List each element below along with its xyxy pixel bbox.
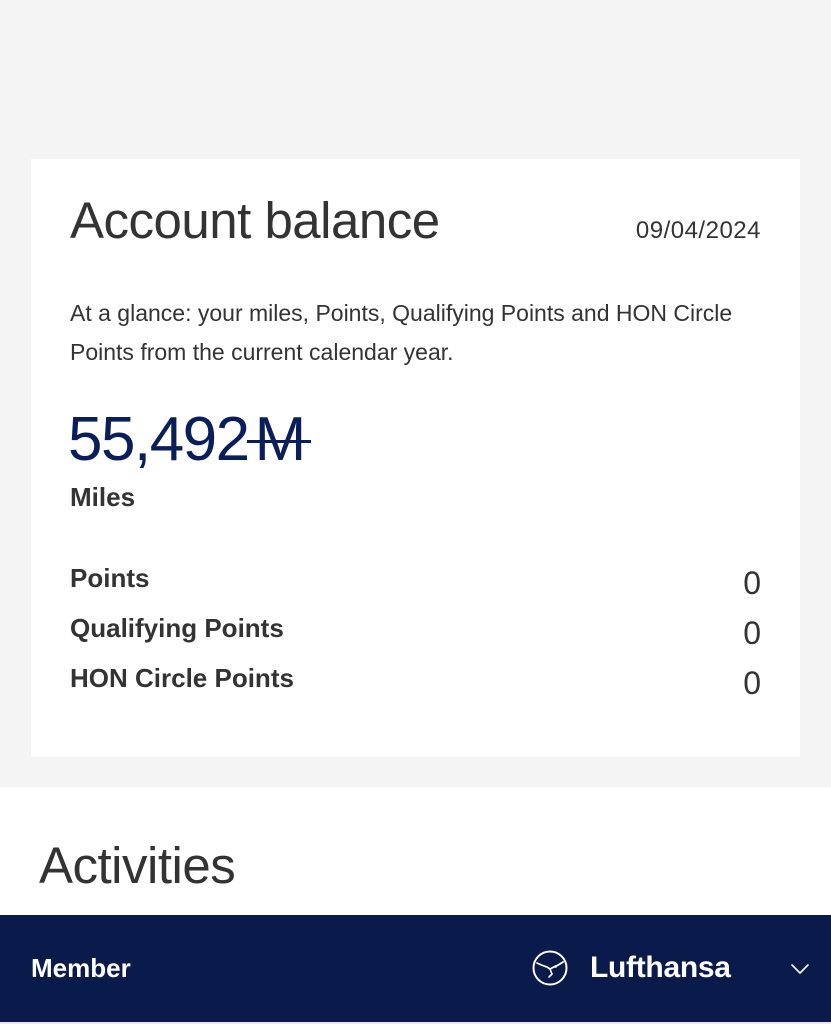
points-row-hon-circle: HON Circle Points 0	[70, 663, 761, 713]
balance-date: 09/04/2024	[635, 217, 761, 244]
member-label: Member	[31, 953, 131, 983]
miles-amount: 55,492M	[68, 409, 311, 471]
brand-name: Lufthansa	[590, 951, 731, 984]
points-list: Points 0 Qualifying Points 0 HON Circle …	[70, 563, 761, 713]
points-row-points: Points 0	[70, 563, 761, 613]
points-label: Points	[70, 563, 150, 593]
hon-circle-points-value: 0	[743, 665, 761, 701]
balance-description: At a glance: your miles, Points, Qualify…	[70, 300, 733, 365]
hon-circle-points-label: HON Circle Points	[70, 663, 294, 693]
qualifying-points-value: 0	[743, 615, 761, 651]
activities-section: Activities	[0, 787, 831, 927]
miles-unit: M	[246, 409, 311, 471]
miles-label: Miles	[70, 482, 136, 512]
miles-number: 55,492	[68, 405, 250, 474]
qualifying-points-label: Qualifying Points	[70, 613, 284, 643]
points-row-qualifying: Qualifying Points 0	[70, 613, 761, 663]
points-value: 0	[743, 565, 761, 601]
lufthansa-crane-icon	[532, 950, 568, 986]
account-balance-title: Account balance	[70, 192, 440, 249]
account-balance-card: Account balance 09/04/2024 At a glance: …	[31, 159, 800, 757]
lufthansa-logo: Lufthansa	[532, 949, 731, 987]
activities-title: Activities	[39, 837, 236, 894]
member-bar[interactable]: Member Lufthansa	[0, 915, 831, 1022]
miles-unit-strike	[246, 440, 311, 443]
chevron-down-icon[interactable]	[790, 961, 810, 977]
